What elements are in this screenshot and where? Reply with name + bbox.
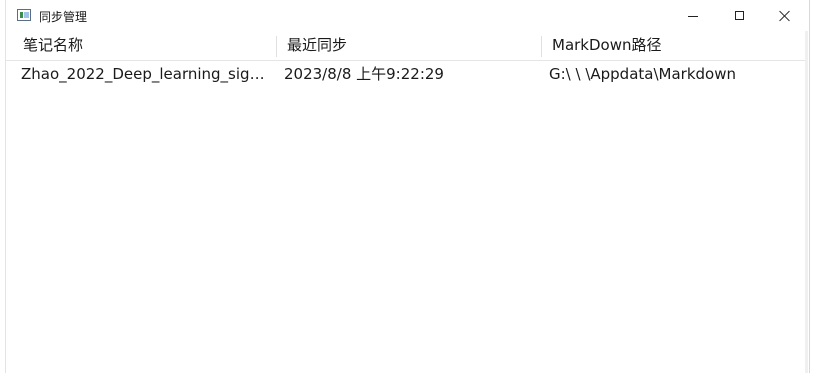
maximize-button[interactable]: [716, 0, 762, 31]
title-bar[interactable]: 同步管理: [6, 0, 809, 31]
column-header-markdown-path[interactable]: MarkDown路径: [541, 31, 805, 60]
sync-management-window: 同步管理 笔记名称 最近同步 MarkDown路径 Zhao_2022_Deep…: [5, 0, 810, 373]
table-row[interactable]: Zhao_2022_Deep_learning_signature_identi…: [6, 61, 805, 87]
grid-header: 笔记名称 最近同步 MarkDown路径: [6, 31, 805, 61]
close-icon: [779, 10, 791, 22]
column-header-last-sync[interactable]: 最近同步: [276, 31, 540, 60]
minimize-icon: [688, 15, 698, 17]
vertical-scrollbar[interactable]: [805, 31, 808, 373]
window-title: 同步管理: [39, 10, 88, 24]
sync-list-grid[interactable]: 笔记名称 最近同步 MarkDown路径 Zhao_2022_Deep_lear…: [6, 31, 809, 373]
column-header-note-name[interactable]: 笔记名称: [12, 31, 275, 60]
cell-markdown-path[interactable]: G:\ \ \Appdata\Markdown: [549, 61, 801, 87]
minimize-button[interactable]: [670, 0, 716, 31]
cell-last-sync[interactable]: 2023/8/8 上午9:22:29: [284, 61, 534, 87]
maximize-icon: [734, 11, 744, 20]
cell-note-name[interactable]: Zhao_2022_Deep_learning_signature_identi…: [21, 61, 271, 87]
app-icon: [17, 9, 31, 21]
close-button[interactable]: [762, 0, 808, 31]
